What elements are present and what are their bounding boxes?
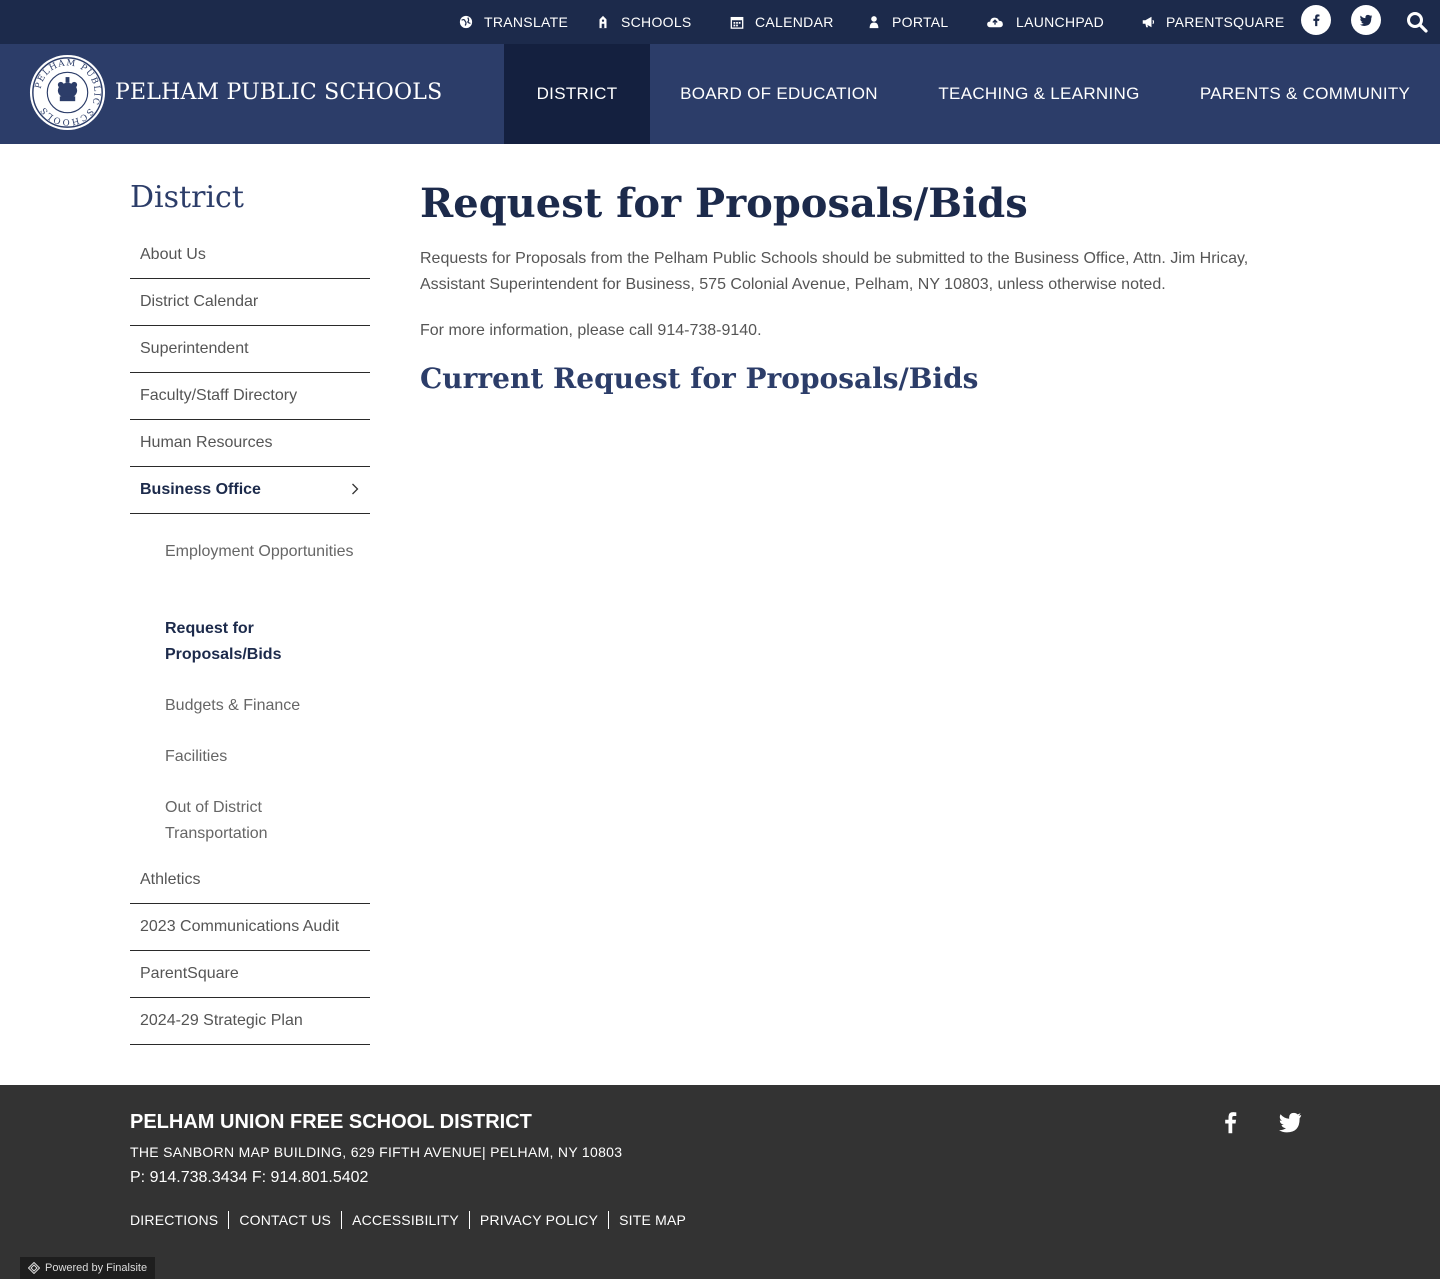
footer-facebook-icon[interactable] (1218, 1110, 1242, 1134)
footer-link-site-map[interactable]: SITE MAP (608, 1211, 696, 1229)
nav-district[interactable]: DISTRICT (504, 44, 650, 144)
contact-paragraph: For more information, please call 914-73… (420, 322, 762, 339)
launchpad-label: LAUNCHPAD (1016, 14, 1105, 30)
twitter-icon (1359, 14, 1373, 26)
footer-address: THE SANBORN MAP BUILDING, 629 FIFTH AVEN… (130, 1144, 623, 1160)
sidebar-item-district-calendar[interactable]: District Calendar (130, 279, 370, 326)
site-name[interactable]: PELHAM PUBLIC SCHOOLS (115, 80, 442, 105)
footer-phone: P: 914.738.3434 F: 914.801.5402 (130, 1169, 369, 1186)
portal-label: PORTAL (892, 14, 949, 30)
footer-link-directions[interactable]: DIRECTIONS (130, 1211, 228, 1229)
calendar-icon (730, 16, 744, 29)
sidebar-item-parentsquare[interactable]: ParentSquare (130, 951, 370, 998)
chevron-right-icon[interactable] (348, 482, 362, 496)
pelham-seal-logo[interactable]: PELHAM PUBLIC SCHOOLS (29, 54, 106, 131)
facebook-icon (1313, 14, 1320, 27)
sidebar-subitem-out-of-district-transportation[interactable]: Out of District Transportation (165, 795, 355, 847)
sidebar-subitem-employment-opportunities[interactable]: Employment Opportunities (165, 539, 355, 565)
sidebar-subitem-budgets-finance[interactable]: Budgets & Finance (165, 693, 355, 719)
footer-link-privacy-policy[interactable]: PRIVACY POLICY (468, 1211, 608, 1229)
sidebar-subitem-request-for-proposals[interactable]: Request for Proposals/Bids (165, 616, 355, 668)
sidebar-subitem-facilities[interactable]: Facilities (165, 744, 355, 770)
footer-twitter-icon[interactable] (1278, 1110, 1302, 1134)
calendar-link[interactable]: CALENDAR (730, 0, 834, 44)
footer-links: DIRECTIONS CONTACT US ACCESSIBILITY PRIV… (130, 1211, 696, 1229)
current-rfp-heading: Current Request for Proposals/Bids (420, 362, 979, 395)
nav-board-of-education[interactable]: BOARD OF EDUCATION (668, 44, 890, 144)
finalsite-badge[interactable]: Powered by Finalsite (20, 1257, 156, 1279)
intro-paragraph: Requests for Proposals from the Pelham P… (420, 250, 1249, 293)
footer-link-accessibility[interactable]: ACCESSIBILITY (341, 1211, 469, 1229)
sidebar-title: District (130, 180, 244, 215)
schools-label: SCHOOLS (621, 14, 692, 30)
sidebar-item-about-us[interactable]: About Us (130, 232, 370, 279)
user-icon (869, 16, 879, 29)
parentsquare-label: PARENTSQUARE (1166, 14, 1285, 30)
nav-parents-community[interactable]: PARENTS & COMMUNITY (1188, 44, 1422, 144)
calendar-label: CALENDAR (755, 14, 834, 30)
main-header: PELHAM PUBLIC SCHOOLS PELHAM PUBLIC SCHO… (0, 44, 1440, 144)
sidebar-item-strategic-plan[interactable]: 2024-29 Strategic Plan (130, 998, 370, 1045)
launchpad-link[interactable]: LAUNCHPAD (985, 0, 1104, 44)
finalsite-label: Powered by Finalsite (45, 1262, 148, 1274)
facebook-button[interactable] (1301, 5, 1331, 35)
sidebar-item-faculty-staff-directory[interactable]: Faculty/Staff Directory (130, 373, 370, 420)
sidebar-item-human-resources[interactable]: Human Resources (130, 420, 370, 467)
sidebar-item-label: Business Office (140, 481, 261, 498)
finalsite-logo-icon (28, 1262, 40, 1274)
translate-label: TRANSLATE (484, 14, 569, 30)
sidebar-item-business-office[interactable]: Business Office (130, 467, 370, 514)
search-icon (1407, 12, 1428, 33)
nav-teaching-learning[interactable]: TEACHING & LEARNING (928, 44, 1150, 144)
schools-link[interactable]: SCHOOLS (596, 0, 692, 44)
sidebar-item-superintendent[interactable]: Superintendent (130, 326, 370, 373)
megaphone-icon (1142, 16, 1155, 28)
twitter-button[interactable] (1351, 5, 1381, 35)
utility-bar: TRANSLATE SCHOOLS CALENDAR PORTAL LAUNCH… (0, 0, 1440, 44)
search-button[interactable] (1406, 11, 1428, 33)
sidebar-item-athletics[interactable]: Athletics (130, 857, 370, 904)
page-title: Request for Proposals/Bids (420, 180, 1028, 227)
footer: PELHAM UNION FREE SCHOOL DISTRICT THE SA… (0, 1085, 1440, 1279)
portal-link[interactable]: PORTAL (867, 0, 949, 44)
footer-district-name: PELHAM UNION FREE SCHOOL DISTRICT (130, 1111, 532, 1133)
school-icon (599, 15, 607, 29)
parentsquare-link[interactable]: PARENTSQUARE (1141, 0, 1284, 44)
translate-link[interactable]: TRANSLATE (459, 0, 568, 44)
globe-icon (459, 15, 473, 29)
cloud-icon (987, 17, 1003, 28)
sidebar-item-communications-audit[interactable]: 2023 Communications Audit (130, 904, 370, 951)
footer-link-contact-us[interactable]: CONTACT US (228, 1211, 341, 1229)
